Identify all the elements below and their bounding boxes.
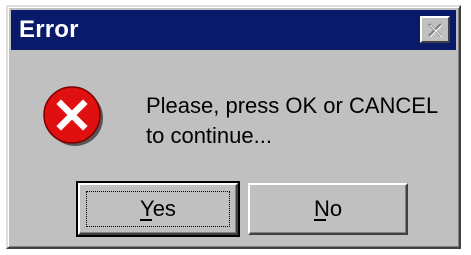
error-dialog: Error Please, press OK or CANCEL to cont… [6, 5, 461, 249]
message-line-1: Please, press OK or CANCEL [146, 93, 439, 118]
no-button-label: No [313, 196, 343, 221]
window-title: Error [19, 16, 79, 43]
close-icon [428, 22, 443, 37]
message-line-2: to continue... [146, 123, 272, 148]
no-mnemonic-underline [313, 219, 326, 221]
yes-button[interactable]: Yes [76, 181, 240, 237]
error-message: Please, press OK or CANCEL to continue..… [146, 91, 438, 151]
error-icon [43, 86, 103, 146]
yes-button-label: Yes [140, 196, 176, 221]
close-button[interactable] [420, 16, 450, 43]
title-bar[interactable]: Error [11, 10, 456, 50]
yes-mnemonic-underline [140, 219, 153, 221]
no-button[interactable]: No [248, 183, 408, 235]
